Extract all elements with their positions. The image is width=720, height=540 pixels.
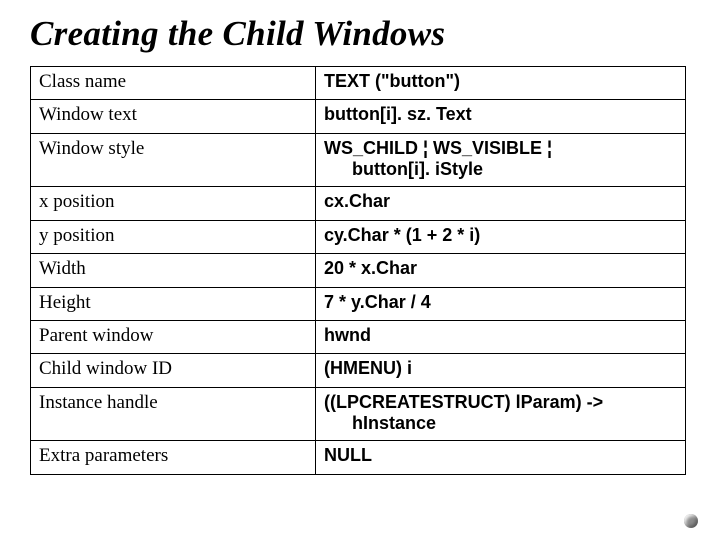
param-label: Instance handle	[31, 387, 316, 440]
table-row: y position cy.Char * (1 + 2 * i)	[31, 220, 686, 253]
table-row: x position cx.Char	[31, 187, 686, 220]
param-value: (HMENU) i	[316, 354, 686, 387]
table-row: Parent window hwnd	[31, 320, 686, 353]
param-value-line2: hInstance	[324, 413, 677, 434]
param-label: x position	[31, 187, 316, 220]
param-value: cx.Char	[316, 187, 686, 220]
param-value: cy.Char * (1 + 2 * i)	[316, 220, 686, 253]
param-value: hwnd	[316, 320, 686, 353]
table-row: Child window ID (HMENU) i	[31, 354, 686, 387]
table-row: Class name TEXT ("button")	[31, 67, 686, 100]
slide-title: Creating the Child Windows	[30, 14, 698, 54]
param-value-line1: WS_CHILD ¦ WS_VISIBLE ¦	[324, 138, 552, 158]
param-value: WS_CHILD ¦ WS_VISIBLE ¦ button[i]. iStyl…	[316, 133, 686, 186]
table-row: Extra parameters NULL	[31, 441, 686, 474]
param-label: Width	[31, 254, 316, 287]
param-value: button[i]. sz. Text	[316, 100, 686, 133]
slide: Creating the Child Windows Class name TE…	[0, 0, 720, 540]
table-row: Width 20 * x.Char	[31, 254, 686, 287]
table-row: Window style WS_CHILD ¦ WS_VISIBLE ¦ but…	[31, 133, 686, 186]
params-table: Class name TEXT ("button") Window text b…	[30, 66, 686, 475]
param-value: TEXT ("button")	[316, 67, 686, 100]
decorative-bullet-icon	[684, 514, 698, 528]
param-value: NULL	[316, 441, 686, 474]
param-value-line1: ((LPCREATESTRUCT) lParam) ->	[324, 392, 603, 412]
param-label: y position	[31, 220, 316, 253]
param-label: Child window ID	[31, 354, 316, 387]
table-row: Window text button[i]. sz. Text	[31, 100, 686, 133]
param-label: Extra parameters	[31, 441, 316, 474]
param-value: 20 * x.Char	[316, 254, 686, 287]
table-row: Height 7 * y.Char / 4	[31, 287, 686, 320]
table-row: Instance handle ((LPCREATESTRUCT) lParam…	[31, 387, 686, 440]
param-value: 7 * y.Char / 4	[316, 287, 686, 320]
param-label: Window text	[31, 100, 316, 133]
param-label: Class name	[31, 67, 316, 100]
param-label: Height	[31, 287, 316, 320]
param-label: Window style	[31, 133, 316, 186]
param-value-line2: button[i]. iStyle	[324, 159, 677, 180]
param-label: Parent window	[31, 320, 316, 353]
param-value: ((LPCREATESTRUCT) lParam) -> hInstance	[316, 387, 686, 440]
